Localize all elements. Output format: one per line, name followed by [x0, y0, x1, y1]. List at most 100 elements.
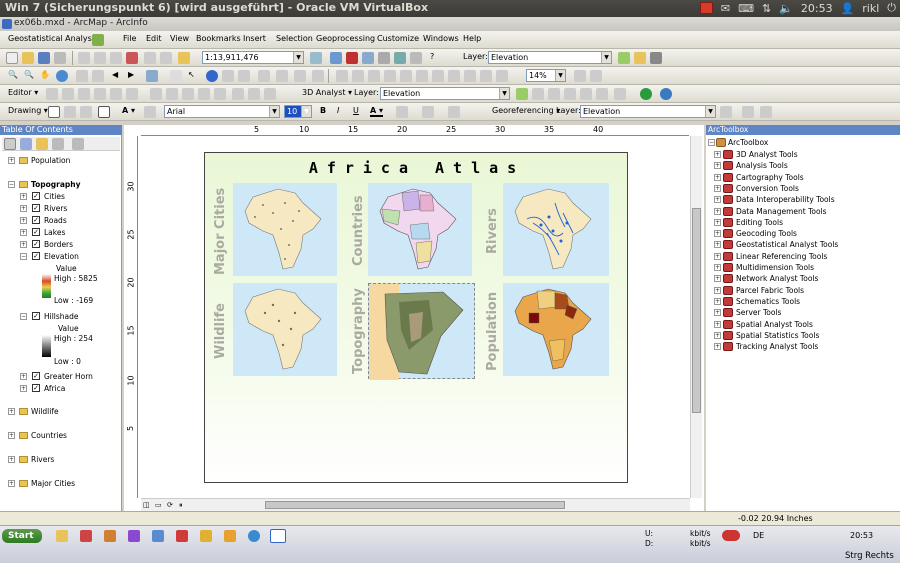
edit-annotation-icon[interactable]: [62, 88, 74, 100]
expand-icon[interactable]: +: [714, 297, 721, 305]
layout-zoom-in-icon[interactable]: [336, 70, 348, 82]
toc-layer-cities[interactable]: Cities: [44, 192, 65, 201]
menu-insert[interactable]: Insert: [243, 34, 266, 43]
toc-layer-africa[interactable]: Africa: [44, 384, 65, 393]
list-by-source-icon[interactable]: [20, 138, 32, 150]
start-button[interactable]: Start: [2, 529, 42, 543]
clear-selection-icon[interactable]: [170, 70, 182, 82]
map-frame-topography[interactable]: [368, 283, 475, 380]
toolbox-item[interactable]: Multidimension Tools: [736, 263, 814, 272]
pdf-icon[interactable]: [176, 530, 188, 542]
back-icon[interactable]: ◀: [112, 70, 124, 82]
text-tool-icon[interactable]: A ▾: [122, 106, 135, 115]
menu-selection[interactable]: Selection: [276, 34, 313, 43]
interpolate-point-icon[interactable]: [564, 88, 576, 100]
open-icon[interactable]: [22, 52, 34, 64]
toc-window-icon[interactable]: [330, 52, 342, 64]
expand-icon[interactable]: +: [714, 320, 721, 328]
arctoolbox-root[interactable]: ArcToolbox: [728, 138, 768, 147]
toc-layer-lakes[interactable]: Lakes: [44, 228, 65, 237]
keyboard-icon[interactable]: ⌨: [738, 2, 754, 15]
expand-icon[interactable]: +: [8, 157, 15, 164]
map-scale-combo[interactable]: 1:13,911,476 ▼: [202, 51, 304, 64]
toolbox-item[interactable]: Tracking Analyst Tools: [736, 342, 818, 351]
expand-icon[interactable]: +: [8, 456, 15, 463]
point-icon[interactable]: [126, 88, 138, 100]
media-icon[interactable]: [152, 530, 164, 542]
delete-icon[interactable]: [126, 52, 138, 64]
hammer-icon[interactable]: [650, 52, 662, 64]
toc-options-icon[interactable]: [72, 138, 84, 150]
toc-layer-borders[interactable]: Borders: [44, 240, 73, 249]
python-icon[interactable]: [394, 52, 406, 64]
toc-layer-roads[interactable]: Roads: [44, 216, 67, 225]
menu-customize[interactable]: Customize: [377, 34, 419, 43]
layer-visibility-checkbox[interactable]: ✓: [32, 204, 40, 212]
toc-layer-rivers[interactable]: Rivers: [44, 204, 67, 213]
toolbox-item[interactable]: Spatial Analyst Tools: [736, 320, 813, 329]
cut-icon[interactable]: [78, 52, 90, 64]
add-data-icon[interactable]: [178, 52, 190, 64]
find-icon[interactable]: [222, 70, 234, 82]
bold-button[interactable]: B: [320, 106, 326, 115]
expand-icon[interactable]: +: [20, 193, 27, 200]
toolbox-item[interactable]: Editing Tools: [736, 218, 783, 227]
toc-frame-topography[interactable]: Topography: [31, 180, 81, 189]
histogram-icon[interactable]: [634, 52, 646, 64]
toc-layer-greater-horn[interactable]: Greater Horn: [44, 372, 93, 381]
menu-file[interactable]: File: [123, 34, 136, 43]
toolbox-item[interactable]: Linear Referencing Tools: [736, 252, 827, 261]
drawing-menu[interactable]: Drawing ▾: [8, 106, 48, 115]
expand-icon[interactable]: +: [714, 230, 721, 238]
time-slider-icon[interactable]: [294, 70, 306, 82]
layer-combo-3d[interactable]: Elevation ▼: [380, 87, 510, 100]
collapse-icon[interactable]: −: [8, 181, 15, 188]
clock[interactable]: 20:53: [801, 2, 833, 15]
layer-visibility-checkbox[interactable]: ✓: [32, 240, 40, 248]
layout-page[interactable]: Africa Atlas Major Cities Countries Rive…: [204, 152, 628, 483]
trace-icon[interactable]: [110, 88, 122, 100]
list-by-selection-icon[interactable]: [52, 138, 64, 150]
edit-vertices-icon[interactable]: [150, 88, 162, 100]
expand-icon[interactable]: +: [714, 309, 721, 317]
catalog-icon[interactable]: [362, 52, 374, 64]
horizontal-scroll-thumb[interactable]: [265, 501, 565, 509]
zoom-whole-page-icon[interactable]: [384, 70, 396, 82]
map-frame-rivers[interactable]: [503, 183, 609, 276]
3d-analyst-menu[interactable]: 3D Analyst ▾: [302, 88, 352, 97]
copy-icon[interactable]: [94, 52, 106, 64]
fixed-zoom-out-icon[interactable]: [92, 70, 104, 82]
select-elements-icon[interactable]: ↖: [188, 70, 200, 82]
language-indicator[interactable]: DE: [753, 531, 764, 540]
map-frame-wildlife[interactable]: [233, 283, 337, 376]
toolbox-item[interactable]: Network Analyst Tools: [736, 274, 818, 283]
fixed-zoom-in-icon[interactable]: [76, 70, 88, 82]
chevron-down-icon[interactable]: ▼: [499, 88, 509, 99]
toolbox-item[interactable]: Data Management Tools: [736, 207, 827, 216]
layout-pan-icon[interactable]: [368, 70, 380, 82]
collapse-icon[interactable]: −: [708, 139, 715, 146]
rotate-draw-icon[interactable]: [64, 106, 76, 118]
expand-icon[interactable]: +: [714, 286, 721, 294]
add-control-points-icon[interactable]: [742, 106, 754, 118]
expand-icon[interactable]: +: [20, 217, 27, 224]
menu-geoprocessing[interactable]: Geoprocessing: [316, 34, 375, 43]
chevron-down-icon[interactable]: ▼: [301, 106, 311, 117]
toolbox-item[interactable]: Geocoding Tools: [736, 229, 797, 238]
expand-icon[interactable]: +: [714, 275, 721, 283]
toolbox-item[interactable]: Cartography Tools: [736, 173, 804, 182]
fill-color-icon[interactable]: [396, 106, 408, 118]
expand-icon[interactable]: +: [714, 218, 721, 226]
toc-layer-elevation[interactable]: Elevation: [44, 252, 79, 261]
toolbox-item[interactable]: Spatial Statistics Tools: [736, 331, 819, 340]
search-taskbar-icon[interactable]: [270, 529, 286, 543]
expand-icon[interactable]: +: [714, 252, 721, 260]
measure-icon[interactable]: [238, 70, 250, 82]
spatial-analyst-icon[interactable]: [618, 52, 630, 64]
toolbox-item[interactable]: Schematics Tools: [736, 297, 800, 306]
vertical-scroll-thumb[interactable]: [692, 208, 701, 413]
menu-windows[interactable]: Windows: [423, 34, 459, 43]
go-back-extent-icon[interactable]: [448, 70, 460, 82]
editor-icon[interactable]: [128, 530, 140, 542]
hyperlink-icon[interactable]: [258, 70, 270, 82]
